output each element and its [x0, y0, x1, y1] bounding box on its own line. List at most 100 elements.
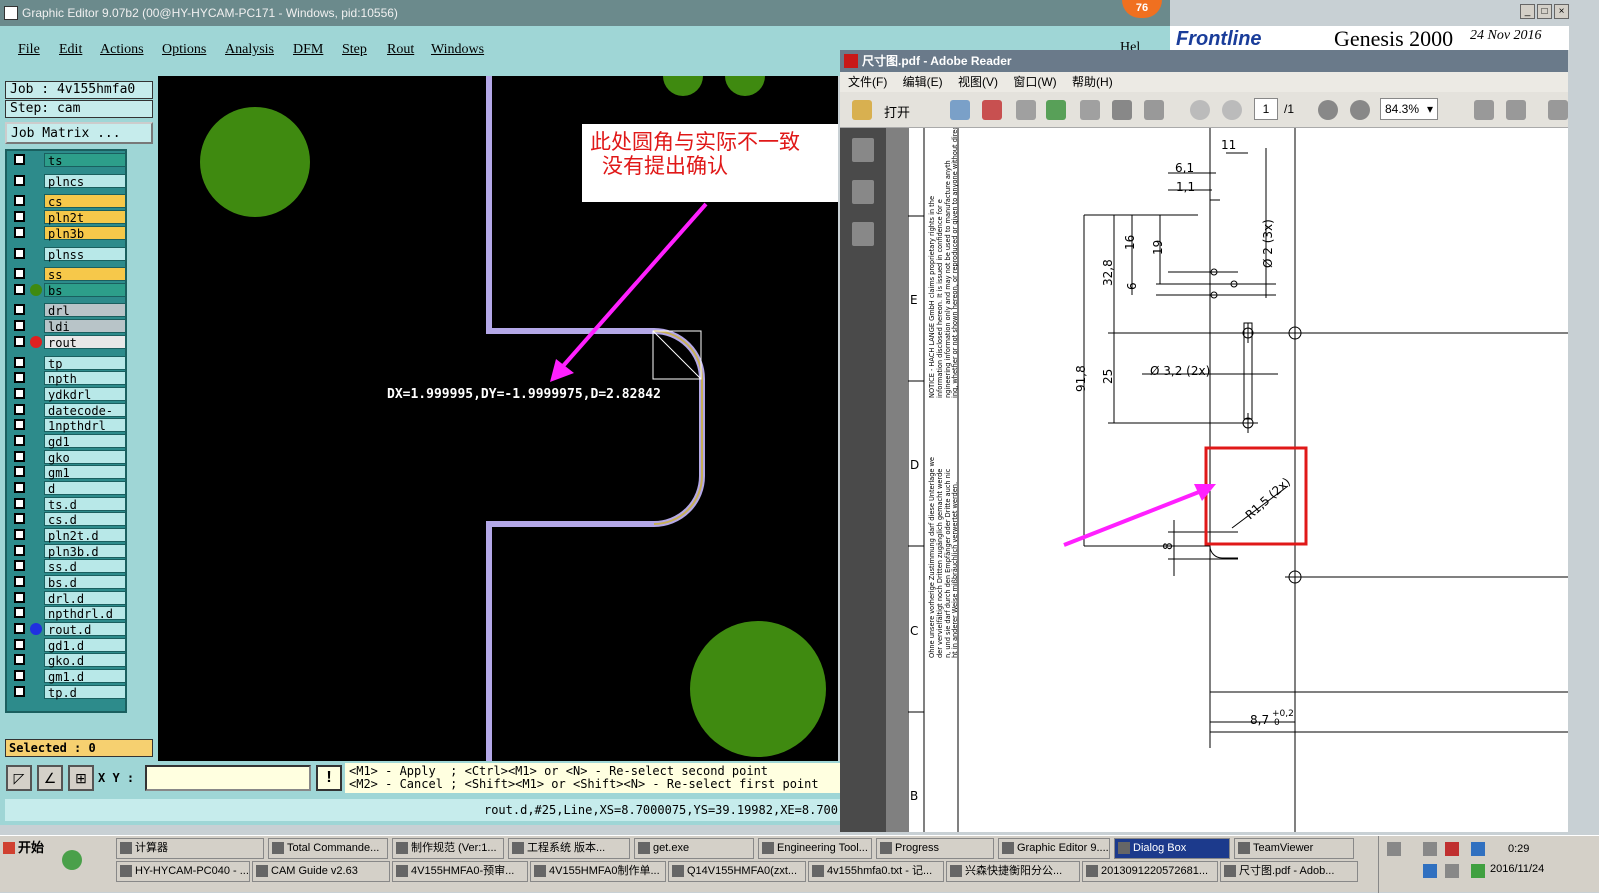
attachment-icon[interactable]	[852, 222, 874, 246]
layer-name[interactable]: ydkdrl	[44, 387, 126, 402]
layer-checkbox[interactable]	[14, 576, 25, 587]
sign-icon[interactable]	[1016, 100, 1036, 120]
layer-row-ydkdrl[interactable]: ydkdrl	[9, 387, 127, 402]
layer-checkbox[interactable]	[14, 466, 25, 477]
layer-row-d[interactable]: d	[9, 481, 127, 496]
bookmark-icon[interactable]	[852, 180, 874, 204]
layer-checkbox[interactable]	[14, 639, 25, 650]
layer-checkbox[interactable]	[14, 404, 25, 415]
layer-row-plncs[interactable]: plncs	[9, 174, 127, 189]
taskbar-button[interactable]: Graphic Editor 9....	[998, 838, 1110, 859]
layer-row-pln2t[interactable]: pln2t	[9, 210, 127, 225]
layer-row-ts[interactable]: ts	[9, 153, 127, 168]
layer-checkbox[interactable]	[14, 686, 25, 697]
layer-checkbox[interactable]	[14, 154, 25, 165]
close-button[interactable]: ×	[1554, 4, 1569, 19]
layer-checkbox[interactable]	[14, 419, 25, 430]
taskbar-button[interactable]: 计算器	[116, 838, 264, 859]
layer-checkbox[interactable]	[14, 513, 25, 524]
layer-row-pln3b[interactable]: pln3b	[9, 226, 127, 241]
layer-row-gd1-d[interactable]: gd1.d	[9, 638, 127, 653]
layer-row-bs-d[interactable]: bs.d	[9, 575, 127, 590]
layer-name[interactable]: npth	[44, 371, 126, 386]
taskbar-button[interactable]: Dialog Box	[1114, 838, 1230, 859]
menu-analysis[interactable]: Analysis	[225, 42, 274, 58]
layer-row-plnss[interactable]: plnss	[9, 247, 127, 262]
taskbar-button[interactable]: 4V155HMFA0-预审...	[392, 861, 528, 882]
layer-name[interactable]: rout.d	[44, 622, 126, 637]
quicklaunch-icon[interactable]	[62, 850, 82, 870]
layer-row-rout[interactable]: rout	[9, 335, 127, 350]
layer-checkbox[interactable]	[14, 545, 25, 556]
layer-row-datecode-bs[interactable]: datecode-bs	[9, 403, 127, 432]
menu-file[interactable]: File	[18, 42, 40, 58]
reader-menu-file[interactable]: 文件(F)	[848, 75, 887, 89]
layer-checkbox[interactable]	[14, 195, 25, 206]
layer-row-npth[interactable]: npth	[9, 371, 127, 386]
upload-icon[interactable]	[1046, 100, 1066, 120]
layer-name[interactable]: gm1	[44, 465, 126, 480]
layer-checkbox[interactable]	[14, 388, 25, 399]
layer-checkbox[interactable]	[14, 670, 25, 681]
layer-checkbox[interactable]	[14, 592, 25, 603]
layer-name[interactable]: bs	[44, 283, 126, 298]
maximize-button[interactable]: □	[1537, 4, 1552, 19]
print-icon[interactable]	[1112, 100, 1132, 120]
layer-name[interactable]: tp	[44, 356, 126, 371]
layer-name[interactable]: gm1.d	[44, 669, 126, 684]
open-label[interactable]: 打开	[884, 102, 910, 121]
layer-name[interactable]: tp.d	[44, 685, 126, 700]
taskbar-button[interactable]: Total Commande...	[268, 838, 388, 859]
layer-row-ldi[interactable]: ldi	[9, 319, 127, 334]
layer-name[interactable]: gko.d	[44, 653, 126, 668]
layer-row-cs-d[interactable]: cs.d	[9, 512, 127, 527]
next-page-icon[interactable]	[1222, 100, 1242, 120]
clock-date[interactable]: 2016/11/24	[1490, 863, 1544, 875]
layer-checkbox[interactable]	[14, 336, 25, 347]
layer-name[interactable]: datecode-bs	[44, 403, 126, 432]
layer-row-drl[interactable]: drl	[9, 303, 127, 318]
layer-name[interactable]: ts	[44, 153, 126, 168]
layer-checkbox[interactable]	[14, 284, 25, 295]
xy-input[interactable]	[145, 765, 311, 791]
tray-flag-icon[interactable]	[1423, 864, 1437, 878]
page-number-input[interactable]: 1	[1254, 98, 1278, 120]
layer-name[interactable]: npthdrl.d	[44, 606, 126, 621]
fullscreen-icon[interactable]	[1548, 100, 1568, 120]
menu-actions[interactable]: Actions	[100, 42, 144, 58]
taskbar-button[interactable]: get.exe	[634, 838, 754, 859]
layer-row-tp-d[interactable]: tp.d	[9, 685, 127, 700]
taskbar-button[interactable]: 2013091220572681...	[1082, 861, 1218, 882]
layer-checkbox[interactable]	[14, 560, 25, 571]
layer-name[interactable]: ss	[44, 267, 126, 282]
layer-checkbox[interactable]	[14, 451, 25, 462]
layer-row-pln2t-d[interactable]: pln2t.d	[9, 528, 127, 543]
layer-checkbox[interactable]	[14, 623, 25, 634]
window-icon[interactable]	[4, 6, 18, 20]
start-button[interactable]: 开始	[0, 838, 52, 858]
layer-checkbox[interactable]	[14, 482, 25, 493]
layer-row-gd1[interactable]: gd1	[9, 434, 127, 449]
alert-button[interactable]: !	[316, 765, 342, 791]
fit-width-icon[interactable]	[1506, 100, 1526, 120]
layer-checkbox[interactable]	[14, 357, 25, 368]
layer-row-cs[interactable]: cs	[9, 194, 127, 209]
layer-name[interactable]: gd1.d	[44, 638, 126, 653]
menu-step[interactable]: Step	[342, 42, 367, 58]
layer-name[interactable]: plnss	[44, 247, 126, 262]
graphic-canvas[interactable]: 此处圆角与实际不一致 没有提出确认 DX=1.999995,DY=-1.9999…	[158, 76, 838, 761]
taskbar-button[interactable]: Q14V155HMFA0(zxt...	[668, 861, 806, 882]
layer-checkbox[interactable]	[14, 435, 25, 446]
menu-windows[interactable]: Windows	[431, 42, 484, 58]
layer-name[interactable]: cs	[44, 194, 126, 209]
layer-row-ss-d[interactable]: ss.d	[9, 559, 127, 574]
menu-edit[interactable]: Edit	[59, 42, 82, 58]
taskbar-button[interactable]: CAM Guide v2.63	[252, 861, 390, 882]
taskbar-button[interactable]: TeamViewer	[1234, 838, 1354, 859]
layer-row-gko-d[interactable]: gko.d	[9, 653, 127, 668]
tray-keyboard-icon[interactable]	[1387, 842, 1401, 856]
prev-page-icon[interactable]	[1190, 100, 1210, 120]
reader-menu-window[interactable]: 窗口(W)	[1013, 75, 1056, 89]
reader-menu-view[interactable]: 视图(V)	[958, 75, 998, 89]
save-icon[interactable]	[1080, 100, 1100, 120]
